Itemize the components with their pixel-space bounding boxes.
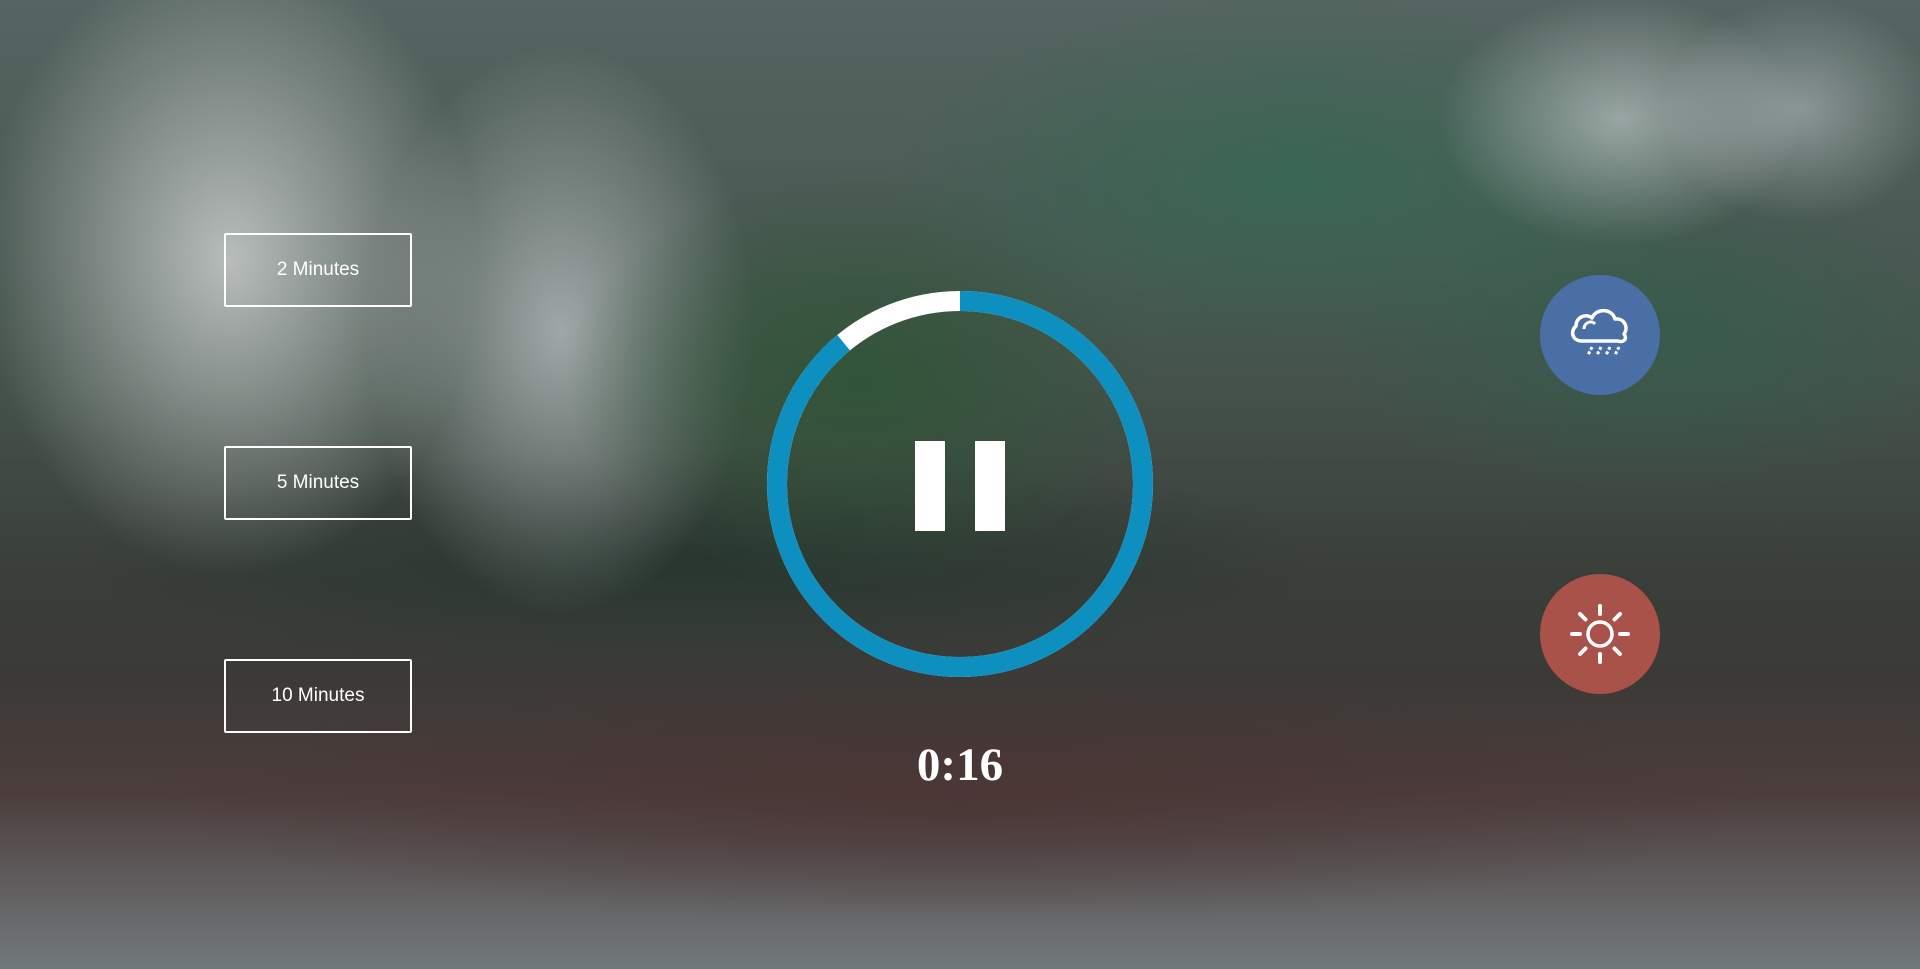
duration-5-minutes-button[interactable]: 5 Minutes bbox=[224, 446, 412, 520]
meditation-app: 2 Minutes 5 Minutes 10 Minutes 0:16 bbox=[0, 0, 1920, 969]
duration-10-minutes-button[interactable]: 10 Minutes bbox=[224, 659, 412, 733]
rain-sound-button[interactable] bbox=[1540, 275, 1660, 395]
duration-2-minutes-button[interactable]: 2 Minutes bbox=[224, 233, 412, 307]
sun-icon bbox=[1570, 604, 1630, 664]
play-pause-button[interactable] bbox=[767, 291, 1153, 677]
pause-icon bbox=[915, 441, 945, 531]
time-display: 0:16 bbox=[916, 739, 1004, 791]
pause-icon bbox=[975, 441, 1005, 531]
cloud-rain-icon bbox=[1570, 308, 1628, 356]
player bbox=[767, 291, 1153, 677]
summer-sound-button[interactable] bbox=[1540, 574, 1660, 694]
